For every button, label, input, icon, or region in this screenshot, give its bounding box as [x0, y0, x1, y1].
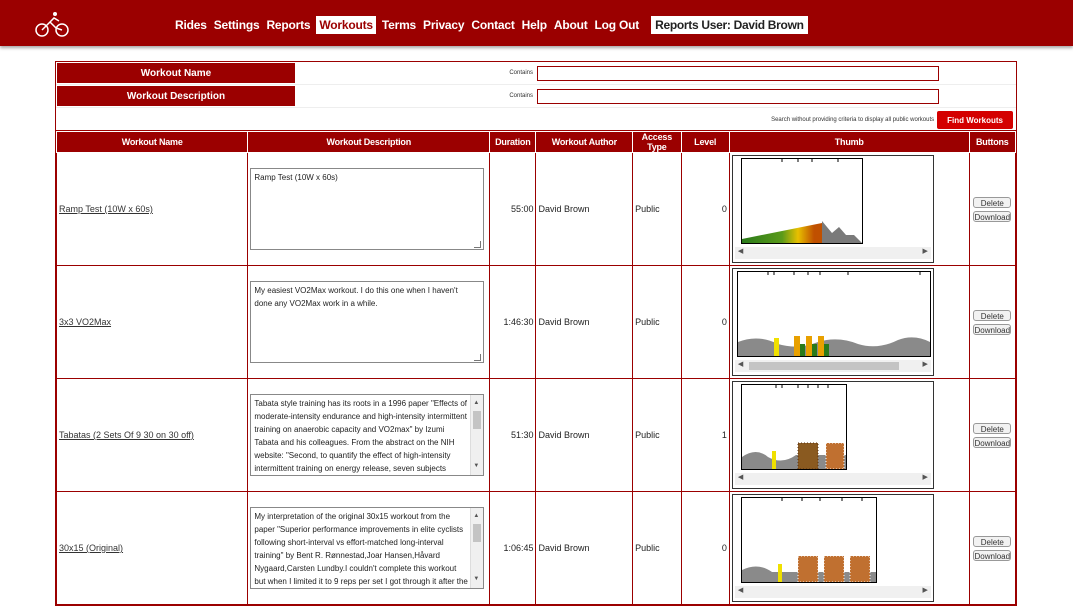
access-cell: Public: [632, 378, 682, 492]
download-button[interactable]: Download: [973, 210, 1012, 222]
access-cell: Public: [632, 152, 682, 266]
workout-description-textarea[interactable]: Tabata style training has its roots in a…: [250, 394, 485, 476]
workout-thumbnail[interactable]: ◀ ▶: [731, 494, 934, 602]
nav-privacy[interactable]: Privacy: [422, 16, 465, 34]
workout-search-form: Workout Name Contains Workout Descriptio…: [55, 61, 1017, 133]
col-workout-description: Workout Description: [247, 131, 491, 153]
ramp-profile-chart: [741, 159, 862, 243]
tabata-profile-chart: [741, 385, 846, 470]
author-cell: David Brown: [535, 152, 634, 266]
table-row: 30x15 (Original) My interpretation of th…: [55, 491, 1017, 605]
thumbnail-scrollbar[interactable]: ◀ ▶: [734, 360, 931, 372]
download-button[interactable]: Download: [973, 549, 1012, 561]
thumbnail-scrollbar[interactable]: ◀ ▶: [734, 473, 931, 485]
nav-settings[interactable]: Settings: [213, 16, 261, 34]
search-hint: Search without providing criteria to dis…: [771, 117, 935, 123]
access-cell: Public: [632, 265, 682, 379]
col-workout-author: Workout Author: [535, 131, 634, 153]
table-row: Tabatas (2 Sets Of 9 30 on 30 off) Tabat…: [55, 378, 1017, 492]
workout-name-link[interactable]: Ramp Test (10W x 60s): [59, 204, 153, 214]
workout-thumbnail[interactable]: ◀ ▶: [731, 155, 934, 263]
vo2max-profile-chart: [737, 272, 930, 356]
workout-name-link[interactable]: 30x15 (Original): [59, 543, 123, 553]
reports-user-label: Reports User: David Brown: [651, 16, 808, 34]
col-thumb: Thumb: [728, 131, 970, 153]
duration-cell: 51:30: [489, 378, 537, 492]
thumbnail-scrollbar[interactable]: ◀ ▶: [734, 247, 931, 259]
download-button[interactable]: Download: [973, 436, 1012, 448]
workout-results-table: Workout Name Workout Description Duratio…: [55, 130, 1017, 606]
level-cell: 0: [680, 491, 730, 605]
author-cell: David Brown: [535, 265, 634, 379]
find-workouts-button[interactable]: Find Workouts: [937, 111, 1013, 129]
workout-name-label: Workout Name: [57, 63, 295, 83]
col-buttons: Buttons: [968, 131, 1017, 153]
workout-description-input[interactable]: [537, 88, 939, 104]
workout-description-label: Workout Description: [57, 86, 295, 106]
thumbnail-scrollbar[interactable]: ◀ ▶: [734, 586, 931, 598]
30x15-profile-chart: [741, 498, 876, 583]
nav-workouts[interactable]: Workouts: [316, 16, 376, 34]
workout-thumbnail[interactable]: ◀ ▶: [731, 268, 934, 376]
nav-about[interactable]: About: [553, 16, 589, 34]
author-cell: David Brown: [535, 378, 634, 492]
col-access-type: Access Type: [632, 131, 682, 153]
nav-terms[interactable]: Terms: [381, 16, 417, 34]
table-row: 3x3 VO2Max My easiest VO2Max workout. I …: [55, 265, 1017, 379]
top-navigation-bar: Rides Settings Reports Workouts Terms Pr…: [0, 0, 1073, 46]
workout-description-textarea[interactable]: Ramp Test (10W x 60s): [250, 168, 485, 250]
level-cell: 0: [680, 152, 730, 266]
duration-cell: 1:46:30: [489, 265, 537, 379]
nav-contact[interactable]: Contact: [470, 16, 515, 34]
level-cell: 0: [680, 265, 730, 379]
duration-cell: 1:06:45: [489, 491, 537, 605]
main-nav: Rides Settings Reports Workouts Terms Pr…: [174, 16, 808, 34]
access-cell: Public: [632, 491, 682, 605]
workout-description-textarea[interactable]: My interpretation of the original 30x15 …: [250, 507, 485, 589]
nav-rides[interactable]: Rides: [174, 16, 208, 34]
contains-label: Contains: [509, 70, 533, 76]
delete-button[interactable]: Delete: [973, 535, 1012, 547]
description-scrollbar[interactable]: ▲ ▼: [470, 395, 484, 475]
level-cell: 1: [680, 378, 730, 492]
delete-button[interactable]: Delete: [973, 196, 1012, 208]
table-row: Ramp Test (10W x 60s) Ramp Test (10W x 6…: [55, 152, 1017, 266]
nav-reports[interactable]: Reports: [265, 16, 311, 34]
workout-description-textarea[interactable]: My easiest VO2Max workout. I do this one…: [250, 281, 485, 363]
workout-name-link[interactable]: Tabatas (2 Sets Of 9 30 on 30 off): [59, 430, 194, 440]
col-workout-name: Workout Name: [55, 131, 249, 153]
contains-label: Contains: [509, 93, 533, 99]
nav-logout[interactable]: Log Out: [594, 16, 641, 34]
workout-name-input[interactable]: [537, 65, 939, 81]
author-cell: David Brown: [535, 491, 634, 605]
workout-name-link[interactable]: 3x3 VO2Max: [59, 317, 111, 327]
download-button[interactable]: Download: [973, 323, 1012, 335]
col-duration: Duration: [489, 131, 537, 153]
duration-cell: 55:00: [489, 152, 537, 266]
nav-help[interactable]: Help: [521, 16, 548, 34]
description-scrollbar[interactable]: ▲ ▼: [470, 508, 484, 588]
table-header-row: Workout Name Workout Description Duratio…: [55, 131, 1017, 153]
cyclist-logo-icon[interactable]: [34, 10, 70, 38]
col-level: Level: [680, 131, 730, 153]
delete-button[interactable]: Delete: [973, 422, 1012, 434]
delete-button[interactable]: Delete: [973, 309, 1012, 321]
workout-thumbnail[interactable]: ◀ ▶: [731, 381, 934, 489]
